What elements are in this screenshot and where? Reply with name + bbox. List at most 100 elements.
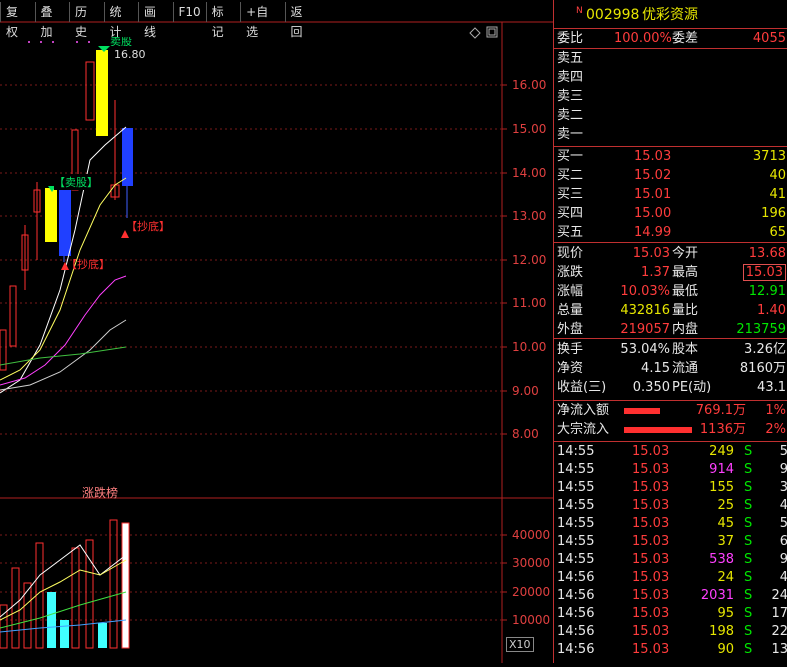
btn-stats[interactable]: 统计 (103, 2, 139, 39)
fund-value: 0.350 (632, 380, 670, 395)
fund-value: 3.26亿 (744, 342, 786, 357)
tick-price: 15.03 (632, 480, 670, 495)
tick: 12.00 (512, 253, 547, 267)
tick-side: S (744, 516, 753, 531)
tick-row: 14:56 15.03 2031 S 24 (554, 587, 787, 605)
tick-volume: 37 (717, 534, 734, 549)
stat-label: 总量 (557, 303, 584, 318)
tick-volume: 198 (709, 624, 734, 639)
flow-label: 净流入额 (557, 403, 610, 418)
tick-volume: 95 (717, 606, 734, 621)
candle-down (122, 128, 133, 186)
ratio-value: 100.00% (614, 31, 672, 46)
tick-row: 14:56 15.03 95 S 17 (554, 605, 787, 623)
stat-label: 最低 (672, 284, 699, 299)
stat-row: 总量 432816 量比 1.40 (554, 302, 787, 320)
tick-side: S (744, 642, 753, 657)
sell-row: 卖一 (554, 126, 787, 144)
buy-label: 买二 (557, 168, 584, 183)
tick-price: 15.03 (632, 534, 670, 549)
sell-row: 卖五 (554, 50, 787, 68)
bottom-signal-1: 【抄底】 (66, 258, 110, 271)
buy-label: 买四 (557, 206, 584, 221)
fund-label: 股本 (672, 342, 699, 357)
tick: 16.00 (512, 78, 547, 92)
stat-label: 外盘 (557, 322, 584, 337)
tick-side: S (744, 588, 753, 603)
fund-value: 53.04% (620, 342, 670, 357)
toolbar: 复权 叠加 历史 统计 画线 F10 标记 +自选 返回 (0, 2, 320, 39)
quote-panel: N 002998 优彩资源 委比 100.00% 委差 4055 卖五 卖四 卖三卖… (553, 0, 787, 663)
fund-row: 换手 53.04% 股本 3.26亿 (554, 341, 787, 359)
tick-row: 14:55 15.03 25 S 4 (554, 497, 787, 515)
fund-value: 43.1 (757, 380, 786, 395)
buy-row: 买一 15.03 3713 (554, 148, 787, 166)
tick-side: S (744, 570, 753, 585)
btn-history[interactable]: 历史 (69, 2, 104, 39)
tick-price: 15.03 (632, 498, 670, 513)
stat-label: 内盘 (672, 322, 699, 337)
flow-label: 大宗流入 (557, 422, 610, 437)
volume-indicator-name[interactable]: 涨跌榜 (82, 484, 118, 501)
buy-row: 买三 15.01 41 (554, 186, 787, 204)
btn-fuquan[interactable]: 复权 (0, 2, 35, 39)
tick-count: 4 (779, 570, 787, 585)
tick-time: 14:55 (557, 516, 595, 531)
volume-unit: X10 (506, 637, 534, 652)
tick-time: 14:56 (557, 624, 595, 639)
candle-limit-up (45, 188, 57, 242)
tick-time: 14:56 (557, 642, 595, 657)
sell-row: 卖二 (554, 107, 787, 125)
sell-signal-top: 卖股 (110, 37, 132, 46)
buy-volume: 3713 (752, 149, 786, 164)
tick-count: 3 (779, 480, 787, 495)
kline-chart-area[interactable]: 复权 叠加 历史 统计 画线 F10 标记 +自选 返回 16.00 15.00… (0, 0, 553, 663)
tick-price: 15.03 (632, 462, 670, 477)
tick-volume: 538 (709, 552, 734, 567)
buy-label: 买三 (557, 187, 584, 202)
tick-count: 4 (779, 498, 787, 513)
ratio-label: 委比 (557, 31, 584, 46)
tick-count: 17 (771, 606, 787, 621)
buy-price: 15.01 (634, 187, 672, 202)
btn-mark[interactable]: 标记 (205, 2, 241, 39)
tick-time: 14:55 (557, 444, 595, 459)
high-price-label: 16.80 (114, 48, 146, 61)
tick-row: 14:56 15.03 198 S 22 (554, 623, 787, 641)
stat-row: 涨跌 1.37 最高 15.03 (554, 264, 787, 282)
tick-volume: 90 (717, 642, 734, 657)
stat-label: 今开 (672, 246, 699, 261)
candle (85, 61, 95, 121)
tick-row: 14:55 15.03 45 S 5 (554, 515, 787, 533)
buy-price: 15.03 (634, 149, 672, 164)
stock-name: 优彩资源 (642, 7, 698, 23)
btn-f10[interactable]: F10 (172, 2, 206, 22)
stock-header: N 002998 优彩资源 (554, 5, 787, 25)
tick-row: 14:55 15.03 538 S 9 (554, 551, 787, 569)
tick-side: S (744, 498, 753, 513)
tick-count: 6 (779, 534, 787, 549)
stat-row: 涨幅 10.03% 最低 12.91 (554, 283, 787, 301)
tick: 10000 (512, 613, 551, 627)
tick-time: 14:56 (557, 570, 595, 585)
buy-row: 买五 14.99 65 (554, 224, 787, 242)
tick-time: 14:55 (557, 552, 595, 567)
btn-back[interactable]: 返回 (284, 2, 320, 39)
btn-add-favorite[interactable]: +自选 (240, 2, 284, 39)
tick-volume: 914 (709, 462, 734, 477)
tick-price: 15.03 (632, 444, 670, 459)
btn-draw[interactable]: 画线 (138, 2, 173, 39)
stat-value: 10.03% (620, 284, 670, 299)
sell-label: 卖三 (557, 89, 584, 104)
diff-label: 委差 (672, 31, 699, 46)
fund-label: PE(动) (672, 380, 712, 395)
candle-limit-up (96, 50, 108, 136)
stat-value: 1.37 (641, 265, 670, 280)
tick: 30000 (512, 556, 551, 570)
btn-overlay[interactable]: 叠加 (34, 2, 70, 39)
buy-row: 买二 15.02 40 (554, 167, 787, 185)
tick-row: 14:55 15.03 155 S 3 (554, 479, 787, 497)
stat-value: 1.40 (757, 303, 786, 318)
tick-time: 14:55 (557, 462, 595, 477)
tick: 40000 (512, 528, 551, 542)
